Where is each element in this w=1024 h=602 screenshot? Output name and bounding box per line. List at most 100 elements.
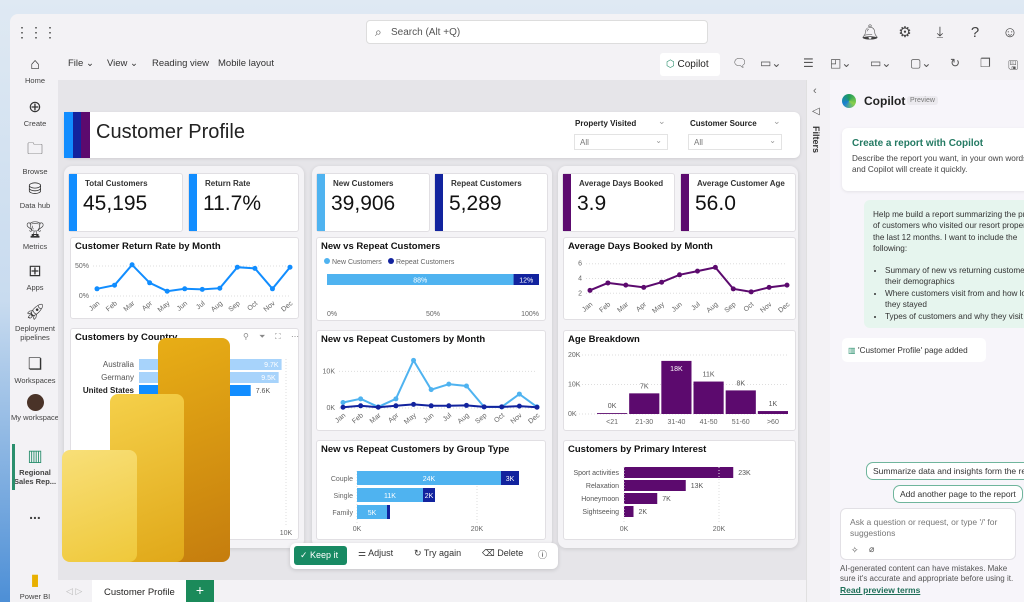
chart-svg: 0K 10K 20K 0K <21 7K 21-30 18K 31-40 11K 41-50 8K 51… xyxy=(568,352,789,426)
return-chart-card[interactable]: Customer Return Rate by Month 0% 50% Jan Feb… xyxy=(70,237,299,319)
chevron-down-icon[interactable]: ⌄ xyxy=(773,116,781,127)
data-point xyxy=(358,396,364,402)
attach-icon[interactable]: ⌀ xyxy=(869,544,874,555)
legend-label: Repeat Customers xyxy=(396,259,455,266)
nav-item-browse[interactable]: 🗀︎ Browse xyxy=(10,138,60,176)
copilot-button[interactable]: ⬡ Copilot xyxy=(660,53,720,76)
slicer-label: Customer Source xyxy=(690,119,757,128)
x-tick-label: Apr xyxy=(141,300,154,313)
duplicate-icon[interactable]: ❐ xyxy=(980,56,991,70)
visual-icon[interactable]: ▭⌄ xyxy=(870,56,891,70)
category-label: Australia xyxy=(103,360,135,369)
power-bi-brand[interactable]: ▮ Power BI xyxy=(10,570,60,601)
kpi-card[interactable]: Total Customers 45,195 xyxy=(68,173,183,232)
data-point xyxy=(411,357,417,363)
disclaimer: AI-generated content can have mistakes. … xyxy=(840,564,1018,596)
property-visited-slicer[interactable]: All ⌄ xyxy=(574,134,668,150)
suggestion-chip[interactable]: Add another page to the report xyxy=(893,485,1023,503)
days-chart-card[interactable]: Average Days Booked by Month 2 4 6 Jan Feb Mar… xyxy=(563,237,796,320)
intro-card-title: Create a report with Copilot xyxy=(852,138,984,149)
nav-item-regional-sales-rep-[interactable]: ▥ Regional Sales Rep... xyxy=(10,446,60,486)
data-point xyxy=(516,403,522,409)
more-options-icon[interactable]: ⋯ xyxy=(291,332,299,341)
kpi-label: Average Customer Age xyxy=(697,179,785,188)
customer-source-slicer[interactable]: All ⌄ xyxy=(688,134,782,150)
nav-item-deployment-pipelines[interactable]: 🚀︎ Deployment pipelines xyxy=(10,302,60,342)
data-label: 5K xyxy=(368,510,377,517)
workspaces-icon: ❏ xyxy=(27,356,43,373)
x-tick-label: Jul xyxy=(195,300,207,311)
sparkle-icon[interactable]: ✧ xyxy=(851,545,859,556)
y-tick-label: 10K xyxy=(568,382,581,389)
save-icon[interactable]: 🖫︎ xyxy=(1008,56,1018,77)
shapes-icon[interactable]: ◰⌄ xyxy=(830,56,851,70)
kpi-card[interactable]: Repeat Customers 5,289 xyxy=(434,173,548,232)
search-input[interactable]: ⌕ Search (Alt +Q) xyxy=(366,20,708,44)
scroll-tabs-left-icon[interactable]: ◁ ▷ xyxy=(66,586,82,597)
prompt-bullet: Where customers visit from and how long … xyxy=(885,288,1024,311)
copilot-input[interactable]: Ask a question or request, or type '/' f… xyxy=(840,508,1016,560)
layout-icon[interactable]: ▢⌄ xyxy=(910,56,931,70)
chevron-down-icon[interactable]: ⌄ xyxy=(658,116,666,127)
kpi-card[interactable]: Return Rate 11.7% xyxy=(188,173,299,232)
keep-it-button[interactable]: ✓ Keep it xyxy=(294,546,347,565)
age-chart-card[interactable]: Age Breakdown 0K 10K 20K 0K <21 7K 21-30 18K 31-4… xyxy=(563,330,796,431)
kpi-card[interactable]: Average Customer Age 56.0 xyxy=(680,173,796,232)
view-menu[interactable]: View ⌄ xyxy=(107,58,138,69)
nav-item--[interactable]: ... xyxy=(10,504,60,522)
tab-customer-profile[interactable]: Customer Profile xyxy=(92,580,186,602)
focus-mode-icon[interactable]: ⛶ xyxy=(275,332,281,342)
help-icon[interactable]: ? xyxy=(963,20,987,44)
x-tick-label: 31-40 xyxy=(667,419,685,426)
filters-pane-collapsed[interactable]: ‹ ◁ Filters xyxy=(806,80,830,602)
refresh-icon[interactable]: ↻ xyxy=(950,56,960,70)
y-tick-label: 2 xyxy=(578,290,582,297)
filter-icon[interactable]: ⏷ xyxy=(259,332,265,342)
x-tick-label: Jun xyxy=(422,412,435,425)
nav-item-my-workspace[interactable]: My workspace xyxy=(10,394,60,422)
suggestion-chip[interactable]: Summarize data and insights form the rep… xyxy=(866,462,1024,480)
kpi-value: 39,906 xyxy=(331,192,396,215)
nav-item-apps[interactable]: ⊞ Apps xyxy=(10,261,60,292)
text-box-icon[interactable]: ☰ xyxy=(803,56,814,70)
add-page-button[interactable]: + xyxy=(186,580,214,602)
file-menu[interactable]: File ⌄ xyxy=(68,58,94,69)
kpi-card[interactable]: Average Days Booked 3.9 xyxy=(562,173,675,232)
preview-terms-link[interactable]: Read preview terms xyxy=(840,585,920,595)
chevron-left-icon[interactable]: ‹ xyxy=(813,85,817,97)
delete-button[interactable]: ⌫ Delete xyxy=(482,548,523,559)
feedback-icon[interactable]: ⓘ xyxy=(538,548,547,561)
x-tick-label: Mar xyxy=(123,300,137,314)
data-point xyxy=(411,401,417,407)
stacked-bar-segment xyxy=(387,505,390,519)
nav-item-workspaces[interactable]: ❏ Workspaces xyxy=(10,354,60,385)
app-launcher-icon[interactable]: ⋮⋮⋮ xyxy=(15,20,57,44)
data-point xyxy=(234,264,240,270)
data-point xyxy=(730,286,736,292)
download-icon[interactable]: ⤓ xyxy=(928,20,952,44)
adjust-button[interactable]: ⚌ Adjust xyxy=(358,548,393,559)
nav-item-home[interactable]: ⌂ Home xyxy=(10,56,60,85)
nav-label: Data hub xyxy=(19,201,51,210)
feedback-icon[interactable]: ☺ xyxy=(998,20,1022,44)
comment-icon[interactable]: 🗨︎ xyxy=(732,56,747,70)
newrep-chart-card[interactable]: New vs Repeat Customers New Customers Repe… xyxy=(316,237,546,321)
nav-item-data-hub[interactable]: ⛁ Data hub xyxy=(10,179,60,210)
pin-icon[interactable]: ⚲ xyxy=(243,332,249,341)
x-tick-label: 20K xyxy=(471,526,484,533)
subscribe-icon[interactable]: ▭⌄ xyxy=(760,56,781,70)
month-chart-card[interactable]: New vs Repeat Customers by Month 0K 10K Jan… xyxy=(316,330,546,431)
settings-icon[interactable]: ⚙ xyxy=(893,20,917,44)
group-chart-card[interactable]: New vs Repeat Customers by Group Type 0K 2… xyxy=(316,440,546,540)
notifications-icon[interactable]: 🔔︎ xyxy=(858,20,882,44)
mobile-layout-button[interactable]: Mobile layout xyxy=(218,58,274,69)
data-label: 2K xyxy=(425,493,434,500)
nav-item-metrics[interactable]: 🏆︎ Metrics xyxy=(10,220,60,251)
x-tick-label: Jan xyxy=(334,412,347,425)
page-added-status[interactable]: ▥ 'Customer Profile' page added xyxy=(842,338,986,362)
nav-item-create[interactable]: ⊕ Create xyxy=(10,97,60,128)
kpi-card[interactable]: New Customers 39,906 xyxy=(316,173,430,232)
try-again-button[interactable]: ↻ Try again xyxy=(414,548,461,559)
reading-view-button[interactable]: Reading view xyxy=(152,58,209,69)
interest-chart-card[interactable]: Customers by Primary Interest Sport activ… xyxy=(563,440,796,540)
